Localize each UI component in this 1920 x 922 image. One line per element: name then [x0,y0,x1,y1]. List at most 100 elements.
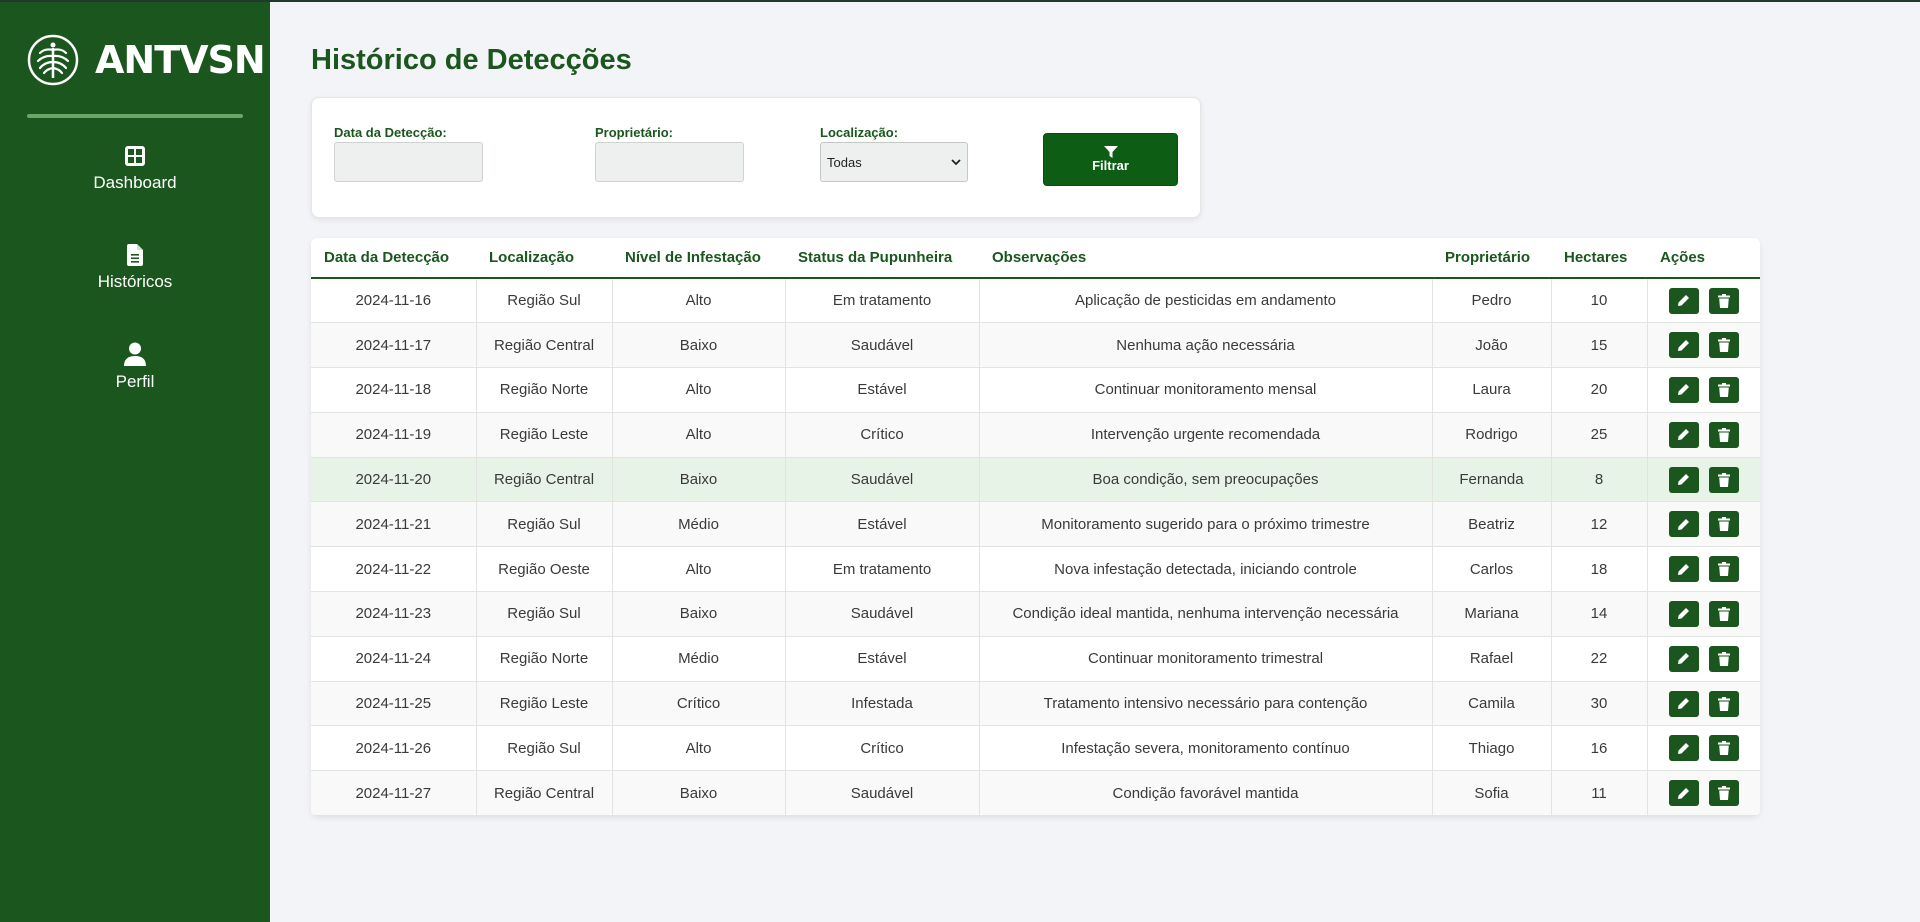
table-row[interactable]: 2024-11-19 Região Leste Alto Crítico Interve… [311,412,1760,458]
table-row[interactable]: 2024-11-26 Região Sul Alto Crítico Infestaçã… [311,725,1760,772]
cell-hectares: 14 [1551,591,1648,637]
location-filter-group: Localização: Todas [820,125,968,182]
column-header-hectares[interactable]: Hectares [1551,238,1647,279]
filter-button[interactable]: Filtrar [1043,133,1178,186]
cell-location: Região Sul [476,591,613,637]
cell-location: Região Central [476,770,613,816]
table-row[interactable]: 2024-11-20 Região Central Baixo Saudável Boa… [311,457,1760,503]
trash-icon [1717,741,1730,756]
table-row[interactable]: 2024-11-23 Região Sul Baixo Saudável Condiçã… [311,591,1760,637]
table-row[interactable]: 2024-11-22 Região Oeste Alto Em tratamento N… [311,546,1760,593]
cell-date: 2024-11-21 [311,501,477,548]
brand-name: ANTVSN [95,38,266,82]
cell-location: Região Norte [476,636,613,682]
column-header-observations[interactable]: Observações [979,238,1432,279]
cell-actions [1647,278,1760,324]
cell-infestation: Baixo [612,322,786,369]
column-header-status[interactable]: Status da Pupunheira [785,238,979,279]
delete-button[interactable] [1708,556,1739,583]
delete-button[interactable] [1708,376,1739,403]
column-header-owner[interactable]: Proprietário [1432,238,1551,279]
trash-icon [1717,651,1730,666]
table-row[interactable]: 2024-11-25 Região Leste Crítico Infestada Tr… [311,681,1760,727]
edit-button[interactable] [1668,287,1699,314]
location-filter-select[interactable]: Todas [820,142,968,182]
cell-date: 2024-11-27 [311,770,477,816]
table-row[interactable]: 2024-11-18 Região Norte Alto Estável Continu… [311,367,1760,413]
cell-date: 2024-11-17 [311,322,477,369]
owner-filter-group: Proprietário: [595,125,744,182]
page-title: Histórico de Detecções [311,44,632,76]
document-icon [127,244,143,266]
cell-hectares: 16 [1551,725,1648,772]
trash-icon [1717,293,1730,308]
edit-button[interactable] [1668,600,1699,627]
cell-status: Estável [785,367,980,413]
trash-icon [1717,562,1730,577]
edit-button[interactable] [1668,376,1699,403]
sidebar-divider [27,114,243,118]
edit-button[interactable] [1668,645,1699,672]
brand-logo[interactable]: ANTVSN [27,34,266,86]
location-filter-label: Localização: [820,125,899,140]
cell-observations: Boa condição, sem preocupações [979,457,1433,503]
edit-button[interactable] [1668,690,1699,717]
owner-filter-label: Proprietário: [595,125,674,140]
cell-owner: Thiago [1432,725,1552,772]
nav-label-perfil: Perfil [115,372,155,391]
edit-button[interactable] [1668,556,1699,583]
owner-filter-input[interactable] [595,142,744,182]
cell-infestation: Médio [612,636,786,682]
cell-location: Região Sul [476,278,613,324]
delete-button[interactable] [1708,287,1739,314]
cell-observations: Continuar monitoramento mensal [979,367,1433,413]
pencil-icon [1678,384,1690,396]
delete-button[interactable] [1708,690,1739,717]
edit-button[interactable] [1668,466,1699,493]
column-header-date[interactable]: Data da Detecção [311,238,476,279]
trash-icon [1717,338,1730,353]
edit-button[interactable] [1668,421,1699,448]
cell-date: 2024-11-19 [311,412,477,458]
cell-hectares: 8 [1551,457,1648,503]
table-row[interactable]: 2024-11-27 Região Central Baixo Saudável Con… [311,770,1760,816]
cell-hectares: 20 [1551,367,1648,413]
cell-location: Região Central [476,322,613,369]
trash-icon [1717,696,1730,711]
delete-button[interactable] [1708,600,1739,627]
edit-button[interactable] [1668,511,1699,538]
delete-button[interactable] [1708,735,1739,762]
delete-button[interactable] [1708,332,1739,359]
cell-date: 2024-11-24 [311,636,477,682]
table-row[interactable]: 2024-11-21 Região Sul Médio Estável Monitora… [311,501,1760,548]
edit-button[interactable] [1668,332,1699,359]
table-row[interactable]: 2024-11-16 Região Sul Alto Em tratamento Apl… [311,278,1760,324]
cell-observations: Condição favorável mantida [979,770,1433,816]
delete-button[interactable] [1708,466,1739,493]
delete-button[interactable] [1708,421,1739,448]
cell-status: Estável [785,501,980,548]
date-filter-label: Data da Detecção: [334,125,447,140]
delete-button[interactable] [1708,780,1739,807]
nav-item-dashboard[interactable]: Dashboard [0,145,270,193]
cell-location: Região Sul [476,725,613,772]
date-filter-input[interactable] [334,142,483,182]
detections-table: Data da Detecção Localização Nível de In… [311,238,1760,816]
column-header-infestation[interactable]: Nível de Infestação [612,238,785,279]
column-header-location[interactable]: Localização [476,238,612,279]
table-row[interactable]: 2024-11-24 Região Norte Médio Estável Contin… [311,636,1760,682]
nav-label-historicos: Históricos [97,272,173,291]
cell-observations: Condição ideal mantida, nenhuma interven… [979,591,1433,637]
cell-status: Saudável [785,457,980,503]
table-row[interactable]: 2024-11-17 Região Central Baixo Saudável Nen… [311,322,1760,369]
nav-item-perfil[interactable]: Perfil [0,342,270,392]
cell-hectares: 25 [1551,412,1648,458]
delete-button[interactable] [1708,645,1739,672]
nav-item-historicos[interactable]: Históricos [0,244,270,292]
edit-button[interactable] [1668,735,1699,762]
cell-location: Região Oeste [476,546,613,593]
edit-button[interactable] [1668,780,1699,807]
delete-button[interactable] [1708,511,1739,538]
sidebar: ANTVSN Dashboard Históricos Perfil [0,2,270,922]
cell-location: Região Leste [476,412,613,458]
